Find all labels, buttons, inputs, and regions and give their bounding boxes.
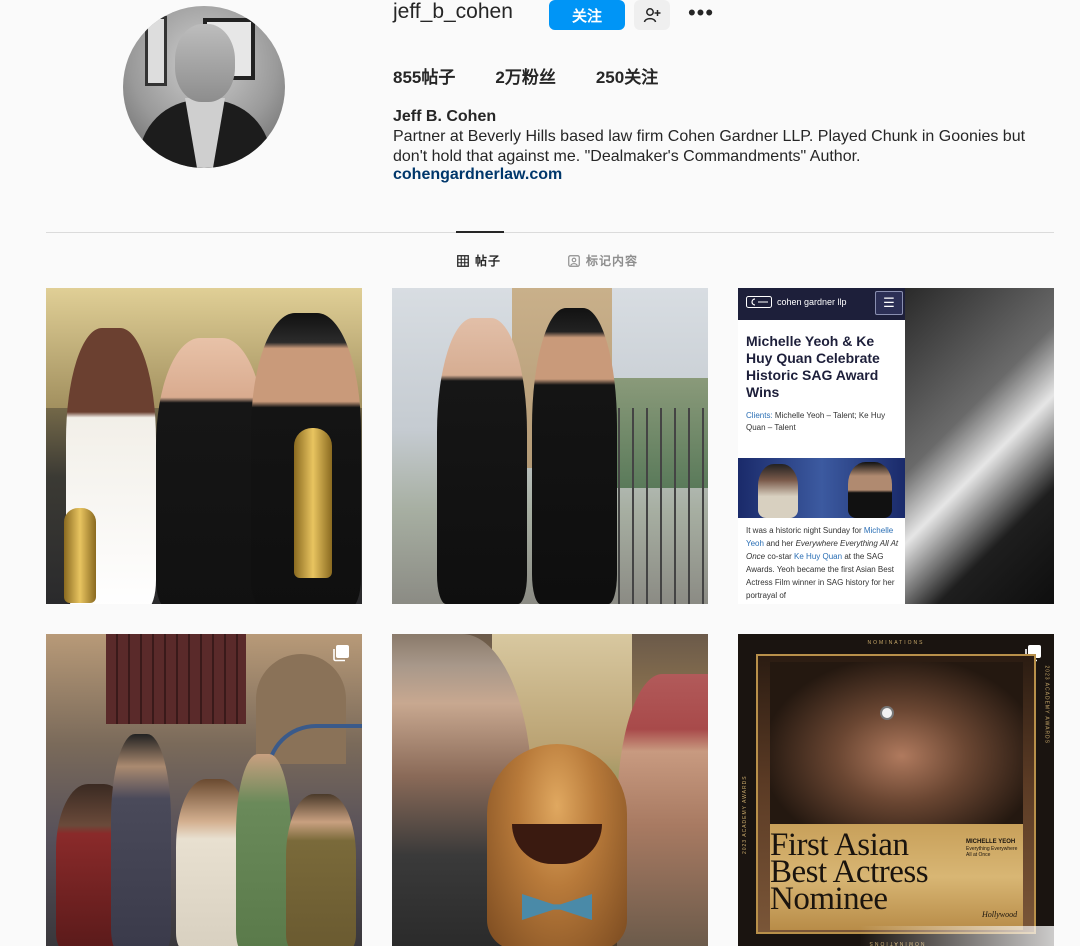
posts-label: 帖子 bbox=[421, 68, 456, 87]
post-thumbnail[interactable]: NOMINATIONS 2023 ACADEMY AWARDS 2023 ACA… bbox=[738, 634, 1054, 946]
article-body-text: and her bbox=[766, 539, 794, 548]
followers-count: 2万 bbox=[495, 68, 522, 87]
tagged-icon bbox=[568, 254, 580, 267]
poster-side-label: 2023 ACADEMY AWARDS bbox=[1044, 665, 1050, 744]
post-photo-person bbox=[111, 734, 171, 946]
post-photo-person bbox=[437, 318, 527, 604]
article-body-text: It was a historic night Sunday for bbox=[746, 526, 862, 535]
multiple-photos-icon bbox=[333, 645, 349, 662]
poster-film: Everything Everywhere All at Once bbox=[966, 846, 1018, 858]
article-side-photo bbox=[905, 288, 1054, 604]
article-clients-label: Clients: bbox=[746, 411, 773, 420]
post-thumbnail[interactable] bbox=[392, 288, 708, 604]
avatar-head bbox=[175, 24, 235, 102]
post-photo-person bbox=[532, 308, 617, 604]
page-fade bbox=[860, 926, 1080, 946]
post-thumbnail[interactable] bbox=[46, 288, 362, 604]
article-header: cohen gardner llp ☰ bbox=[738, 288, 905, 320]
following-count: 250 bbox=[595, 68, 625, 87]
profile-website-link[interactable]: cohengardnerlaw.com bbox=[393, 166, 562, 184]
googly-eye bbox=[880, 706, 894, 720]
grid-icon bbox=[457, 254, 469, 267]
profile-full-name: Jeff B. Cohen bbox=[393, 108, 497, 125]
post-photo-background bbox=[106, 634, 246, 724]
post-photo-person bbox=[286, 794, 356, 946]
poster-headline: First Asian Best Actress Nominee bbox=[770, 829, 929, 917]
tab-posts[interactable]: 帖子 bbox=[457, 252, 501, 269]
more-options-icon[interactable]: ••• bbox=[686, 0, 716, 25]
article-clients: Clients: Michelle Yeoh – Talent; Ke Huy … bbox=[746, 410, 901, 434]
profile-username: jeff_b_cohen bbox=[393, 0, 513, 23]
poster-portrait bbox=[770, 662, 1023, 824]
article-image-person bbox=[758, 464, 798, 518]
profile-bio: Partner at Beverly Hills based law firm … bbox=[393, 128, 1026, 165]
following-label: 关注 bbox=[624, 68, 659, 87]
followers-stat[interactable]: 2万粉丝 bbox=[495, 63, 555, 88]
post-thumbnail[interactable] bbox=[392, 634, 708, 946]
poster-headline-line: Nominee bbox=[770, 881, 888, 917]
article-body-text: co-star bbox=[767, 552, 792, 561]
active-tab-indicator bbox=[456, 231, 504, 233]
post-thumbnail[interactable]: cohen gardner llp ☰ Michelle Yeoh & Ke H… bbox=[738, 288, 1054, 604]
post-photo-person bbox=[617, 674, 708, 946]
profile-stats: 855帖子 2万粉丝 250关注 bbox=[393, 63, 698, 88]
firm-logo-icon bbox=[746, 296, 772, 308]
oscar-statuette bbox=[294, 428, 332, 578]
poster-name: MICHELLE YEOH bbox=[966, 839, 1016, 845]
poster-top-label: NOMINATIONS bbox=[867, 640, 925, 646]
article-logo: cohen gardner llp bbox=[746, 296, 847, 308]
suggested-accounts-button[interactable] bbox=[634, 0, 670, 30]
article-body: It was a historic night Sunday for Miche… bbox=[746, 524, 903, 602]
oscar-statuette bbox=[64, 508, 96, 603]
profile-avatar[interactable] bbox=[123, 6, 285, 168]
post-photo-person bbox=[236, 754, 291, 946]
article-logo-text: cohen gardner llp bbox=[777, 297, 847, 307]
tab-tagged-label: 标记内容 bbox=[586, 254, 639, 268]
tab-posts-label: 帖子 bbox=[475, 254, 502, 268]
post-thumbnail[interactable] bbox=[46, 634, 362, 946]
menu-icon: ☰ bbox=[875, 291, 903, 315]
post-photo-person bbox=[156, 338, 266, 604]
followers-label: 粉丝 bbox=[521, 68, 556, 87]
poster-brand-logo: Hollywood bbox=[982, 910, 1018, 919]
article-image-person bbox=[848, 462, 892, 518]
tab-tagged[interactable]: 标记内容 bbox=[568, 252, 638, 269]
tabs-divider bbox=[46, 232, 1054, 233]
poster-side-label: 2023 ACADEMY AWARDS bbox=[742, 775, 748, 854]
article-title: Michelle Yeoh & Ke Huy Quan Celebrate Hi… bbox=[746, 333, 880, 400]
follow-button[interactable]: 关注 bbox=[549, 0, 625, 30]
following-stat[interactable]: 250关注 bbox=[596, 63, 658, 88]
posts-stat[interactable]: 855帖子 bbox=[393, 63, 455, 88]
add-person-icon bbox=[643, 8, 661, 23]
posts-count: 855 bbox=[393, 68, 422, 87]
avatar-bg-frame bbox=[145, 16, 167, 86]
article-body-link: Ke Huy Quan bbox=[794, 552, 843, 561]
article-image bbox=[738, 458, 905, 518]
